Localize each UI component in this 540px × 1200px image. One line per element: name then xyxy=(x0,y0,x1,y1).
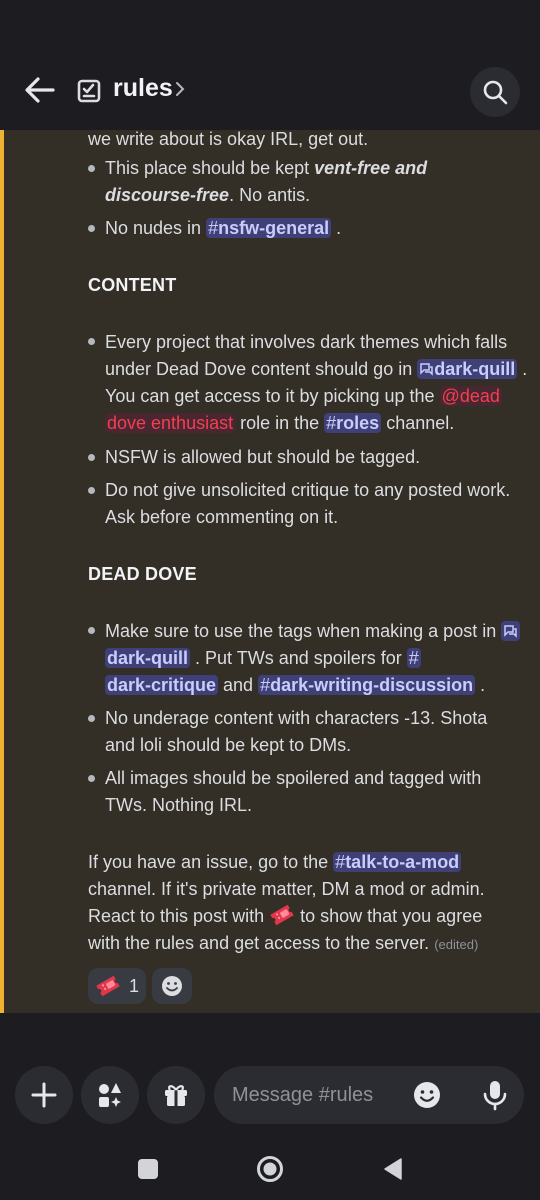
bullet xyxy=(88,715,95,722)
bullet xyxy=(88,454,95,461)
apps-icon xyxy=(99,1083,121,1107)
search-button[interactable] xyxy=(470,67,520,117)
highlight-bar xyxy=(0,130,4,1013)
message-input[interactable] xyxy=(232,1080,402,1110)
list-item: No nudes in #nsfw-general . xyxy=(105,218,342,238)
channel-header: rules xyxy=(0,56,540,130)
list-item: NSFW is allowed but should be tagged. xyxy=(105,447,421,467)
list-item-cont: dove enthusiast role in the #roles chann… xyxy=(105,413,455,433)
text-line: If you have an issue, go to the #talk-to… xyxy=(88,852,462,872)
list-item-cont: TWs. Nothing IRL. xyxy=(105,795,253,815)
ticket-icon xyxy=(270,904,294,926)
gift-icon xyxy=(165,1085,187,1106)
attach-button[interactable] xyxy=(15,1066,73,1124)
apps-button[interactable] xyxy=(81,1066,139,1124)
role-mention-dead-dove-enthusiast[interactable]: @dead xyxy=(439,386,502,406)
channel-mention-roles[interactable]: #roles xyxy=(324,413,382,433)
triangle-back-icon xyxy=(384,1158,402,1180)
list-item: All images should be spoilered and tagge… xyxy=(105,768,482,788)
back-button[interactable] xyxy=(20,70,60,110)
channel-mention-dark-critique-hash[interactable]: # xyxy=(406,648,421,668)
list-item: Do not give unsolicited critique to any … xyxy=(105,480,511,500)
edited-label: (edited) xyxy=(434,937,479,952)
channel-mention-dark-quill-2-cont[interactable]: dark-quill xyxy=(105,648,191,668)
home-button[interactable] xyxy=(255,1154,285,1184)
list-item: Every project that involves dark themes … xyxy=(105,332,508,352)
emoji-icon[interactable] xyxy=(412,1080,442,1110)
text-line: React to this post with to show that you… xyxy=(88,903,482,930)
bullet xyxy=(88,487,95,494)
recents-button[interactable] xyxy=(133,1154,163,1184)
role-mention-dead-dove-enthusiast-cont[interactable]: dove enthusiast xyxy=(105,413,236,433)
channel-mention-dark-critique[interactable]: dark-critique xyxy=(105,675,219,695)
channel-mention-talk-to-a-mod[interactable]: #talk-to-a-mod xyxy=(333,852,462,872)
add-reaction-icon xyxy=(162,976,182,996)
channel-mention-nsfw-general[interactable]: #nsfw-general xyxy=(206,218,332,238)
forum-channel-icon xyxy=(504,625,517,638)
ticket-icon xyxy=(96,975,120,997)
nav-back-button[interactable] xyxy=(378,1154,408,1184)
list-item-cont: You can get access to it by picking up t… xyxy=(105,386,502,406)
list-item-cont: under Dead Dove content should go in dar… xyxy=(105,359,528,379)
bullet xyxy=(88,225,95,232)
message-input-container xyxy=(214,1066,524,1124)
rules-channel-icon xyxy=(77,79,101,103)
channel-title[interactable]: rules xyxy=(113,74,173,103)
text-line: we write about is okay IRL, get out. xyxy=(88,130,369,149)
bullet xyxy=(88,165,95,172)
reaction-ticket[interactable]: 1 xyxy=(88,968,146,1004)
home-icon xyxy=(257,1156,283,1182)
channel-mention-dark-quill[interactable]: dark-quill xyxy=(417,359,518,379)
microphone-icon[interactable] xyxy=(480,1079,510,1111)
gift-button[interactable] xyxy=(147,1066,205,1124)
channel-mention-dark-quill-2[interactable] xyxy=(501,621,521,641)
list-item: No underage content with characters -13.… xyxy=(105,708,488,728)
arrow-left-icon xyxy=(25,77,55,103)
list-item-cont: dark-quill . Put TWs and spoilers for # xyxy=(105,648,421,668)
text-line: channel. If it's private matter, DM a mo… xyxy=(88,879,485,899)
recents-icon xyxy=(138,1159,158,1179)
plus-icon xyxy=(31,1082,57,1108)
list-item-cont: dark-critique and #dark-writing-discussi… xyxy=(105,675,486,695)
list-item-cont: discourse-free. No antis. xyxy=(105,185,311,205)
reaction-count: 1 xyxy=(128,975,139,996)
status-bar xyxy=(0,0,540,56)
bullet xyxy=(88,338,95,345)
system-nav-bar xyxy=(0,1140,540,1200)
list-item: This place should be kept vent-free and xyxy=(105,158,428,178)
search-icon xyxy=(483,80,508,105)
rules-message: we write about is okay IRL, get out. Thi… xyxy=(0,130,540,1013)
list-item: Make sure to use the tags when making a … xyxy=(105,618,521,645)
add-reaction-button[interactable] xyxy=(152,968,192,1004)
text-line: with the rules and get access to the ser… xyxy=(88,933,479,953)
section-heading-dead-dove: DEAD DOVE xyxy=(88,564,197,584)
bullet xyxy=(88,627,95,634)
bullet xyxy=(88,775,95,782)
section-heading-content: CONTENT xyxy=(88,275,177,295)
list-item-cont: and loli should be kept to DMs. xyxy=(105,735,352,755)
list-item-cont: Ask before commenting on it. xyxy=(105,507,339,527)
channel-mention-dark-writing-discussion[interactable]: #dark-writing-discussion xyxy=(258,675,476,695)
forum-channel-icon xyxy=(420,363,433,376)
chevron-right-icon[interactable] xyxy=(174,81,186,97)
